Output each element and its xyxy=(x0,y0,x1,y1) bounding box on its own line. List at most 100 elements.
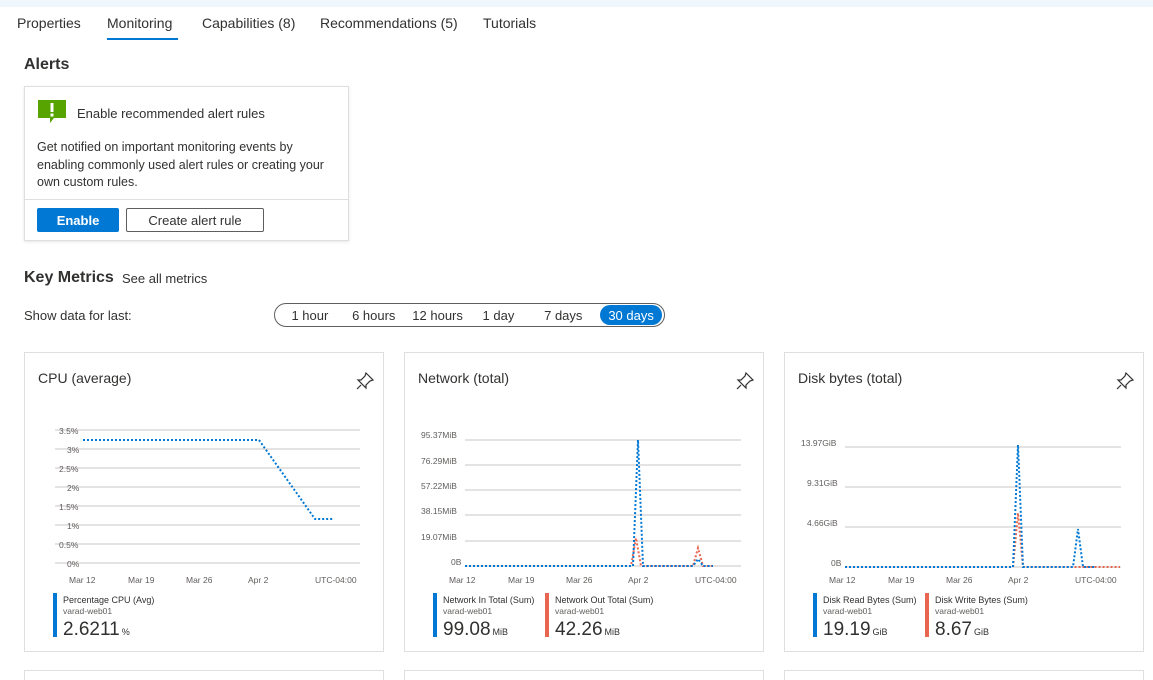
legend-value-number: 2.6211 xyxy=(63,619,120,640)
series-percentage-cpu xyxy=(83,439,333,520)
legend-series-name: Disk Write Bytes (Sum) xyxy=(935,595,1028,605)
legend-resource: varad-web01 xyxy=(443,606,493,616)
legend-value-number: 8.67 xyxy=(935,619,972,640)
y-tick-label: 0B xyxy=(831,558,842,568)
tab-capabilities[interactable]: Capabilities (8) xyxy=(202,15,295,31)
series-disk-write xyxy=(845,512,1120,568)
x-tick-label: Apr 2 xyxy=(628,575,649,585)
key-metrics-heading: Key Metrics xyxy=(24,269,114,286)
legend-value-unit: % xyxy=(121,627,130,637)
legend-value-unit: GiB xyxy=(872,627,888,637)
series-network-in xyxy=(465,439,713,567)
x-tick-label: Mar 26 xyxy=(946,575,973,585)
x-tick-label: UTC-04:00 xyxy=(1075,575,1117,585)
range-7-days[interactable]: 7 days xyxy=(526,305,600,325)
network-metric-card[interactable]: Network (total) 95.37MiB 76.29MiB 57.22M… xyxy=(404,352,764,652)
time-range-selector: 1 hour 6 hours 12 hours 1 day 7 days 30 … xyxy=(274,303,665,327)
legend-resource: varad-web01 xyxy=(63,606,113,616)
top-strip xyxy=(0,0,1153,7)
alert-card-description: Get notified on important monitoring eve… xyxy=(37,140,324,189)
legend-color-bar xyxy=(925,593,929,637)
y-tick-label: 1.5% xyxy=(59,502,79,512)
legend-value-unit: MiB xyxy=(604,627,621,637)
x-tick-label: Mar 12 xyxy=(69,575,96,585)
legend-series-name: Network Out Total (Sum) xyxy=(555,595,654,605)
legend-series-name: Network In Total (Sum) xyxy=(443,595,535,605)
alert-rules-card: Enable recommended alert rules Get notif… xyxy=(24,86,349,241)
disk-chart: 13.97GiB 9.31GiB 4.66GiB 0B Mar 12 Mar 1… xyxy=(801,438,1121,585)
legend-value: 99.08 MiB xyxy=(443,619,508,641)
range-1-hour[interactable]: 1 hour xyxy=(277,305,343,325)
legend-color-bar xyxy=(545,593,549,637)
disk-metric-card[interactable]: Disk bytes (total) 13.97GiB 9.31GiB 4.66… xyxy=(784,352,1144,652)
range-30-days[interactable]: 30 days xyxy=(600,305,663,325)
metric-card-partial xyxy=(784,670,1144,680)
y-tick-label: 4.66GiB xyxy=(807,518,838,528)
tab-monitoring[interactable]: Monitoring xyxy=(107,15,172,31)
legend-value: 2.6211% xyxy=(63,619,130,641)
legend-value-number: 19.19 xyxy=(823,619,871,640)
pin-icon[interactable] xyxy=(1115,371,1135,391)
legend-value-unit: GiB xyxy=(973,627,989,637)
alerts-heading: Alerts xyxy=(24,56,70,73)
y-tick-label: 3.5% xyxy=(59,426,79,436)
x-tick-label: Apr 2 xyxy=(1008,575,1029,585)
legend-color-bar xyxy=(433,593,437,637)
x-tick-label: Mar 26 xyxy=(186,575,213,585)
x-tick-label: Mar 19 xyxy=(128,575,155,585)
range-12-hours[interactable]: 12 hours xyxy=(405,305,471,325)
y-tick-label: 95.37MiB xyxy=(421,430,457,440)
x-tick-label: Apr 2 xyxy=(248,575,269,585)
y-tick-label: 0B xyxy=(451,557,462,567)
card-title: Disk bytes (total) xyxy=(798,370,903,386)
y-tick-label: 38.15MiB xyxy=(421,506,457,516)
legend-value-number: 42.26 xyxy=(555,619,603,640)
range-1-day[interactable]: 1 day xyxy=(471,305,527,325)
x-tick-label: Mar 19 xyxy=(888,575,915,585)
legend-value-unit: MiB xyxy=(492,627,509,637)
legend-color-bar xyxy=(813,593,817,637)
active-tab-indicator xyxy=(107,38,178,40)
see-all-metrics-link[interactable]: See all metrics xyxy=(122,271,207,286)
legend-color-bar xyxy=(53,593,57,637)
tab-recommendations[interactable]: Recommendations (5) xyxy=(320,15,458,31)
card-title: CPU (average) xyxy=(38,370,132,386)
alert-card-title: Enable recommended alert rules xyxy=(77,106,265,121)
metric-card-partial xyxy=(24,670,384,680)
y-tick-label: 2% xyxy=(67,483,80,493)
divider xyxy=(25,199,348,200)
series-disk-read xyxy=(845,444,1095,568)
pin-icon[interactable] xyxy=(355,371,375,391)
y-tick-label: 3% xyxy=(67,445,80,455)
enable-button[interactable]: Enable xyxy=(37,208,119,232)
y-tick-label: 13.97GiB xyxy=(801,438,837,448)
x-tick-label: Mar 12 xyxy=(829,575,856,585)
legend-value: 19.19 GiB xyxy=(823,619,888,641)
tab-properties[interactable]: Properties xyxy=(17,15,81,31)
cpu-metric-card[interactable]: CPU (average) 3.5% 3% 2.5% 2% 1.5% 1% 0.… xyxy=(24,352,384,652)
legend-resource: varad-web01 xyxy=(823,606,873,616)
x-tick-label: Mar 19 xyxy=(508,575,535,585)
y-tick-label: 0% xyxy=(67,559,80,569)
y-tick-label: 19.07MiB xyxy=(421,532,457,542)
pin-icon[interactable] xyxy=(735,371,755,391)
y-tick-label: 0.5% xyxy=(59,540,79,550)
legend-series-name: Percentage CPU (Avg) xyxy=(63,595,155,605)
y-tick-label: 2.5% xyxy=(59,464,79,474)
y-tick-label: 76.29MiB xyxy=(421,456,457,466)
x-tick-label: Mar 12 xyxy=(449,575,476,585)
cpu-chart: 3.5% 3% 2.5% 2% 1.5% 1% 0.5% 0% Mar 12 M… xyxy=(55,426,360,585)
range-6-hours[interactable]: 6 hours xyxy=(343,305,405,325)
network-chart: 95.37MiB 76.29MiB 57.22MiB 38.15MiB 19.0… xyxy=(421,430,741,585)
legend-value-number: 99.08 xyxy=(443,619,491,640)
legend-value: 42.26 MiB xyxy=(555,619,620,641)
card-title: Network (total) xyxy=(418,370,510,386)
x-tick-label: UTC-04:00 xyxy=(315,575,357,585)
legend-resource: varad-web01 xyxy=(935,606,985,616)
legend-series-name: Disk Read Bytes (Sum) xyxy=(823,595,917,605)
tab-tutorials[interactable]: Tutorials xyxy=(483,15,536,31)
show-data-label: Show data for last: xyxy=(24,308,132,323)
y-tick-label: 9.31GiB xyxy=(807,478,838,488)
y-tick-label: 57.22MiB xyxy=(421,481,457,491)
create-alert-rule-button[interactable]: Create alert rule xyxy=(126,208,264,232)
